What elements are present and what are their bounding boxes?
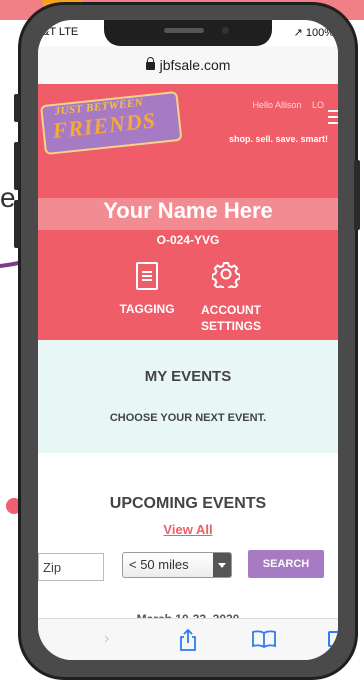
volume-up-button (14, 142, 20, 190)
volume-down-button (14, 200, 20, 248)
power-button (354, 160, 360, 230)
bookmarks-icon[interactable] (252, 630, 276, 648)
notch (104, 20, 272, 46)
share-icon[interactable] (179, 628, 197, 652)
safari-toolbar: › (38, 618, 338, 660)
account-label-line2: SETTINGS (200, 319, 261, 333)
zip-input[interactable]: Zip (38, 553, 104, 581)
my-events-subtitle: CHOOSE YOUR NEXT EVENT. (109, 412, 267, 424)
lock-icon (145, 57, 155, 70)
site-header: JUST BETWEEN FRIENDS Hello Allison LO sh… (38, 84, 338, 340)
battery-label: ↗ 100% (293, 27, 334, 39)
account-settings-label[interactable]: ACCOUNT SETTINGS (188, 302, 274, 334)
tagging-icon[interactable] (136, 262, 158, 290)
logout-link[interactable]: LO (312, 100, 324, 110)
greeting: Hello Allison LO (252, 100, 324, 110)
search-button[interactable]: SEARCH (248, 550, 324, 578)
upcoming-events-title: UPCOMING EVENTS (109, 495, 267, 512)
speaker (164, 28, 204, 33)
my-events-section: MY EVENTS CHOOSE YOUR NEXT EVENT. (38, 340, 338, 453)
greeting-text: Hello Allison (252, 100, 302, 110)
url-text: jbfsale.com (159, 57, 231, 73)
front-camera (222, 27, 229, 34)
account-label-line1: ACCOUNT (201, 303, 261, 317)
hamburger-menu-icon[interactable] (328, 110, 338, 124)
chevron-down-icon (213, 553, 231, 577)
user-code: O-024-YVG (156, 233, 220, 247)
distance-value: < 50 miles (129, 557, 189, 572)
forward-icon[interactable]: › (104, 630, 109, 648)
distance-select[interactable]: < 50 miles (122, 552, 232, 578)
my-events-title: MY EVENTS (144, 368, 232, 385)
phone-screen: &T LTE ↗ 100% jbfsale.com JUST BETWEEN F… (38, 20, 338, 660)
address-bar[interactable]: jbfsale.com (38, 46, 338, 85)
user-name: Your Name Here (103, 198, 273, 223)
tagline: shop. sell. save. smart! (228, 134, 328, 144)
carrier-label: &T LTE (42, 26, 79, 38)
jbf-logo[interactable]: JUST BETWEEN FRIENDS (39, 85, 183, 157)
gear-icon[interactable] (212, 260, 240, 288)
mute-button (14, 94, 20, 122)
tabs-icon[interactable] (328, 631, 338, 647)
tagging-label[interactable]: TAGGING (104, 302, 190, 316)
view-all-link[interactable]: View All (38, 522, 338, 537)
